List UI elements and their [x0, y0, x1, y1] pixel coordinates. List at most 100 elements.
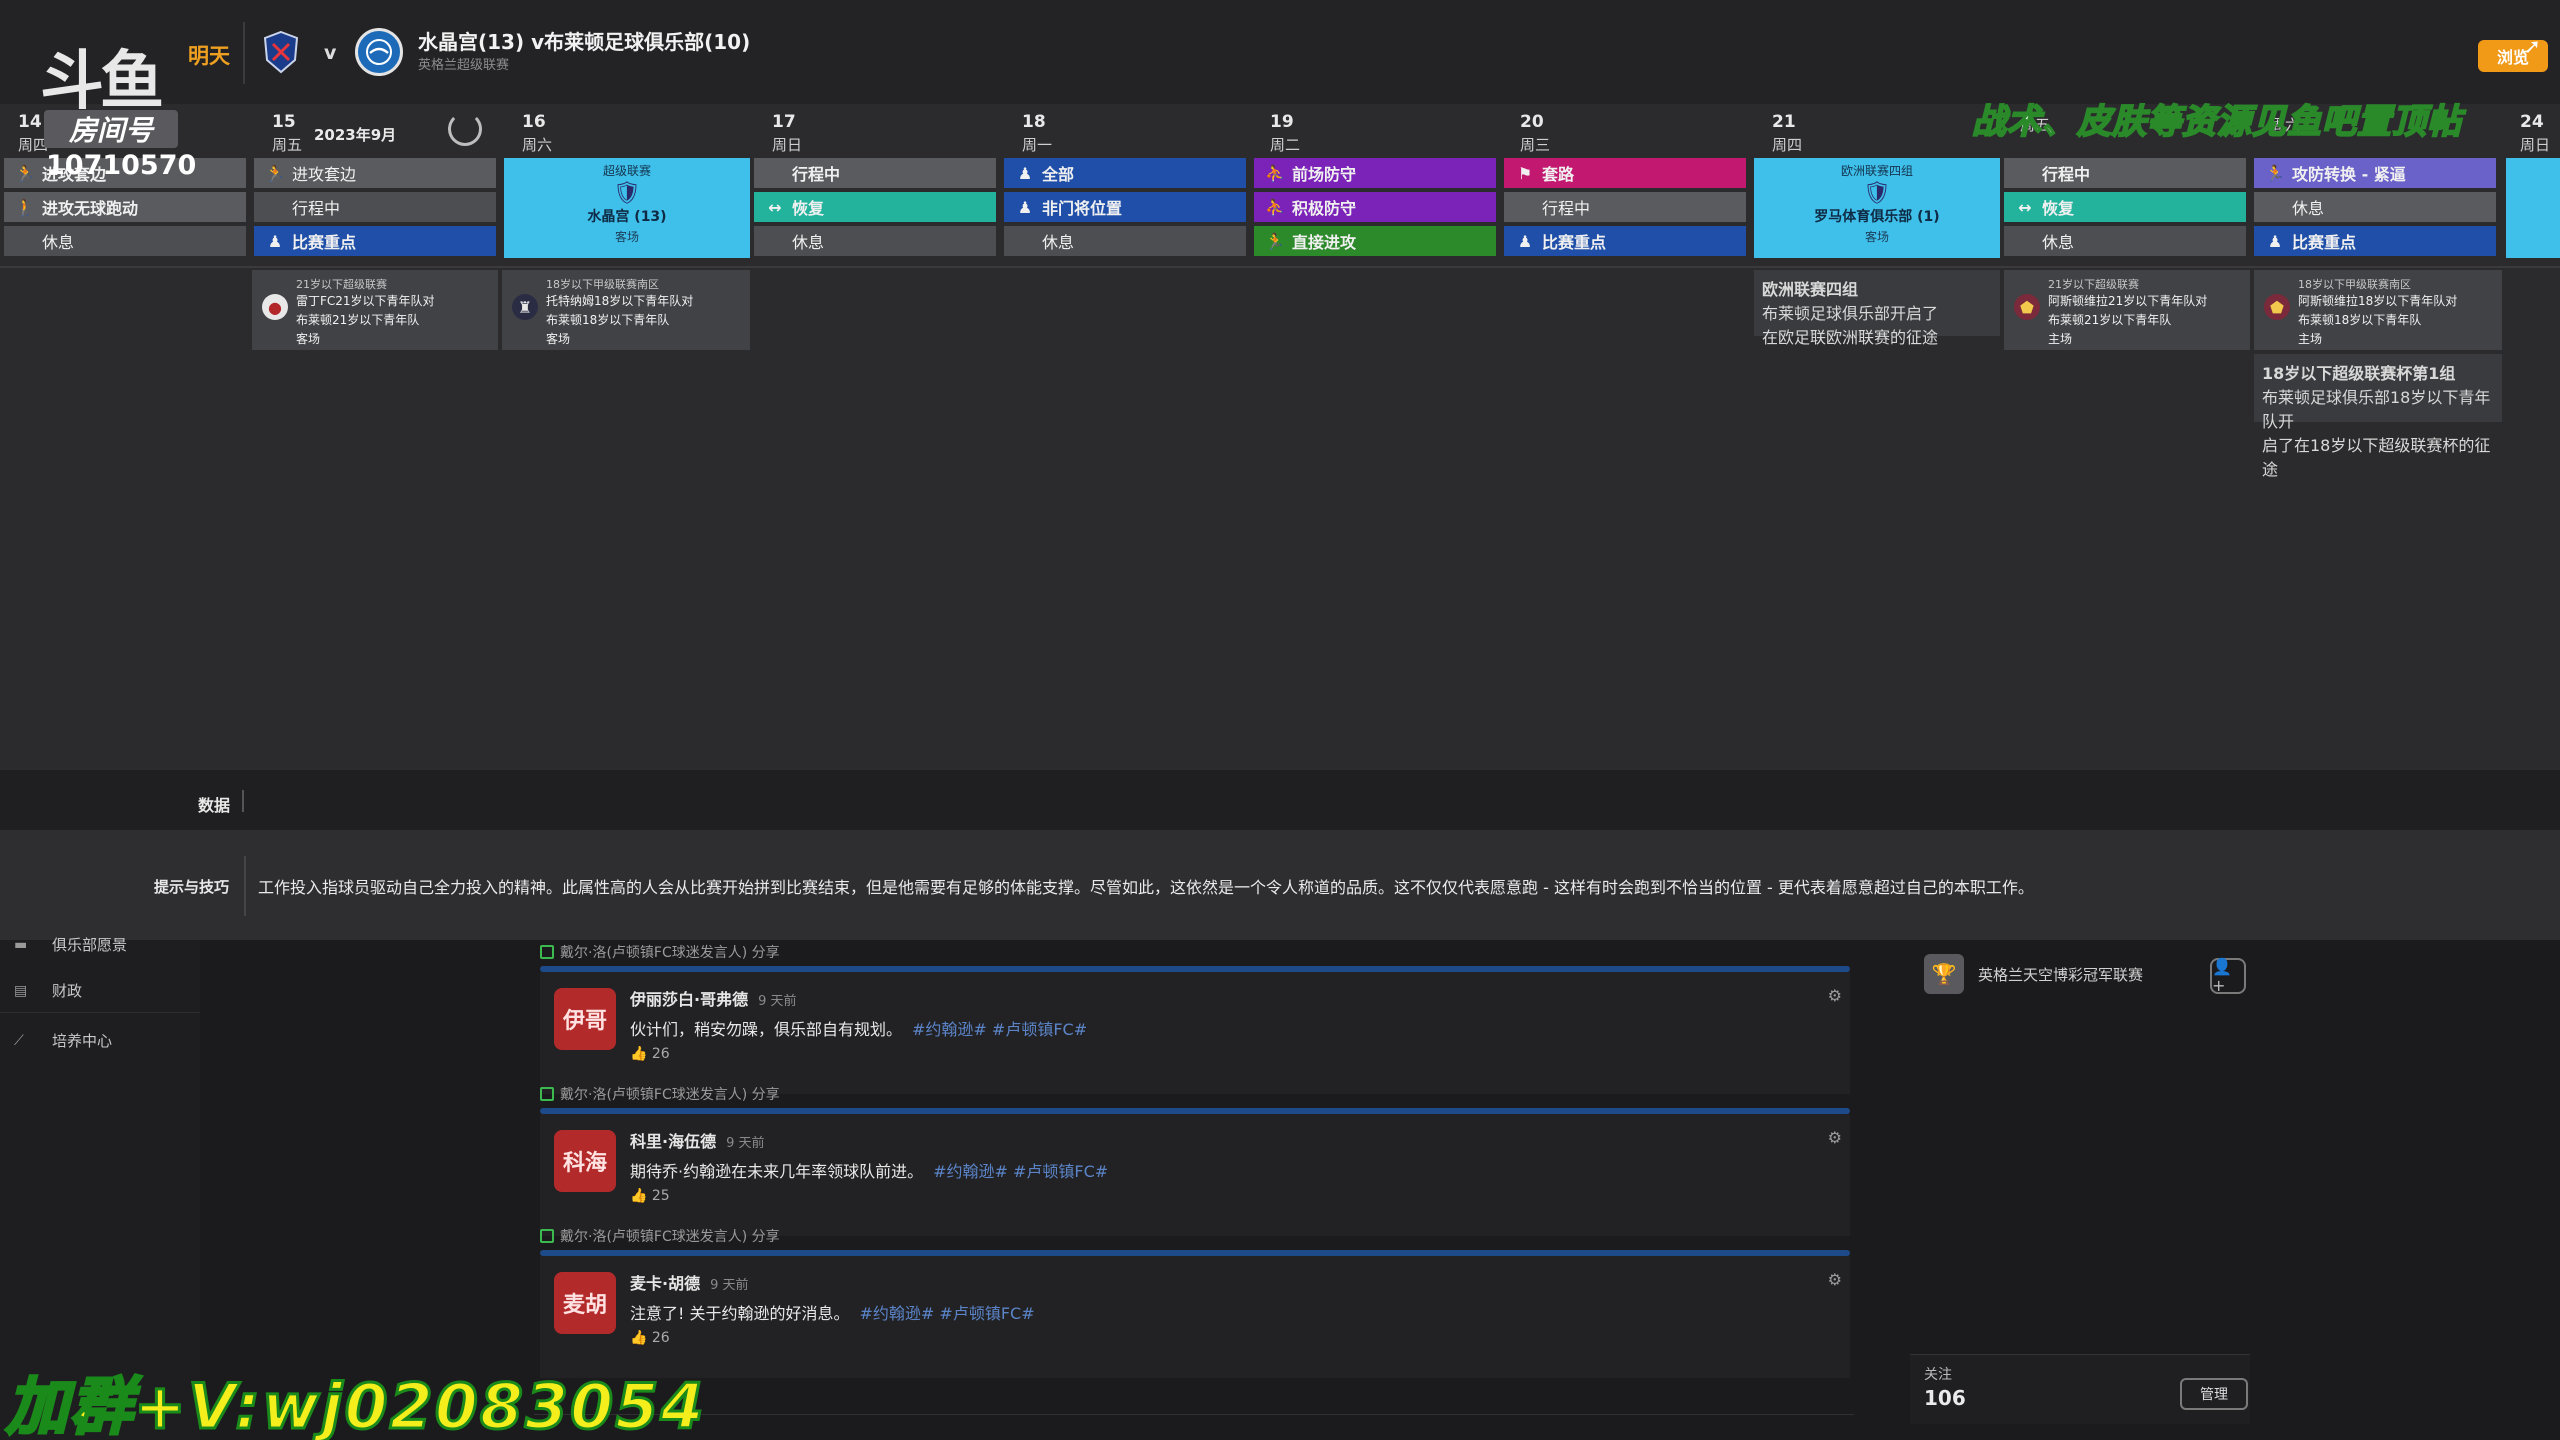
share-icon — [540, 945, 554, 959]
tips-title: 提示与技巧 — [154, 878, 230, 896]
social-post[interactable]: 麦胡 麦卡·胡德 9 天前 注意了! 关于约翰逊的好消息。 #约翰逊# #卢顿镇FC… — [540, 1256, 1850, 1378]
feed-divider — [534, 1414, 1854, 1415]
calendar-divider — [0, 266, 2560, 268]
slot-19-2[interactable]: ⛹ 积极防守 — [1254, 192, 1496, 222]
tactics-icon: ♟ — [2267, 231, 2283, 251]
slot-22-2[interactable]: ↔ 恢复 — [2004, 192, 2246, 222]
slot-14-2[interactable]: 🚶 进攻无球跑动 — [4, 192, 246, 222]
youth-match-card-22[interactable]: ⬟ 21岁以下超级联赛 阿斯顿维拉21岁以下青年队对 布莱顿21岁以下青年队 主… — [2004, 270, 2250, 350]
slot-23-2[interactable]: 休息 — [2254, 192, 2496, 222]
social-post[interactable]: 伊哥 伊丽莎白·哥弗德 9 天前 伙计们，稍安勿躁，俱乐部自有规划。 #约翰逊# #… — [540, 972, 1850, 1094]
brighton-crest-icon[interactable] — [355, 28, 403, 76]
promo-banner-bottom: 加群+V:wj02083054 — [5, 1369, 706, 1440]
tottenham-crest-icon: ♜ — [512, 294, 538, 320]
news-card-23[interactable]: 18岁以下超级联赛杯第1组 布莱顿足球俱乐部18岁以下青年队开 启了在18岁以下… — [2254, 354, 2502, 479]
slot-18-1[interactable]: ♟ 全部 — [1004, 158, 1246, 188]
nav-item-club-vision[interactable]: ▬ 俱乐部愿景 — [14, 934, 127, 955]
post-author: 科里·海伍德 9 天前 — [630, 1132, 765, 1151]
vs-label: v — [324, 42, 337, 64]
avatar[interactable]: 麦胡 — [554, 1272, 616, 1334]
avatar[interactable]: 科海 — [554, 1130, 616, 1192]
recovery-icon: ↔ — [2018, 197, 2032, 217]
slot-20-3[interactable]: ♟ 比赛重点 — [1504, 226, 1746, 256]
gear-icon[interactable]: ⚙ — [1828, 1128, 1842, 1147]
youth-match-card-15[interactable]: ● 21岁以下超级联赛 雷丁FC21岁以下青年队对 布莱顿21岁以下青年队 客场 — [252, 270, 498, 350]
crystal-palace-crest-icon[interactable] — [258, 28, 304, 76]
refresh-icon[interactable] — [448, 112, 482, 146]
slot-15-2[interactable]: 行程中 — [254, 192, 496, 222]
day-head-17: 17 周日 — [772, 112, 803, 154]
tactics-icon: ♟ — [1517, 231, 1533, 251]
recovery-icon: ↔ — [768, 197, 782, 217]
like-count[interactable]: 👍 26 — [630, 1330, 670, 1346]
slot-23-1[interactable]: 🏃 攻防转换 - 紧逼 — [2254, 158, 2496, 188]
add-follow-button[interactable]: 👤+ — [2210, 957, 2246, 995]
slot-18-2[interactable]: ♟ 非门将位置 — [1004, 192, 1246, 222]
slot-22-3[interactable]: 休息 — [2004, 226, 2246, 256]
slot-22-1[interactable]: 行程中 — [2004, 158, 2246, 188]
post-tags[interactable]: #约翰逊# #卢顿镇FC# — [933, 1162, 1108, 1181]
month-label: 2023年9月 — [314, 126, 397, 144]
slot-17-2[interactable]: ↔ 恢复 — [754, 192, 996, 222]
transition-icon: 🏃 — [2265, 163, 2285, 183]
nav-divider — [0, 1012, 200, 1013]
match-box-16[interactable]: 超级联赛 🛡 水晶宫 (13) 客场 — [504, 158, 750, 258]
slot-17-3[interactable]: 休息 — [754, 226, 996, 256]
slot-19-1[interactable]: ⛹ 前场防守 — [1254, 158, 1496, 188]
match-title[interactable]: 水晶宫(13) v布莱顿足球俱乐部(10) — [418, 26, 750, 55]
defend-icon: ⛹ — [1265, 163, 1285, 183]
crystal-palace-crest-icon: 🛡 — [613, 181, 641, 206]
day-head-18: 18 周一 — [1022, 112, 1053, 154]
manage-button[interactable]: 管理 — [2180, 1378, 2248, 1410]
nav-item-development[interactable]: ⟋ 培养中心 — [14, 1030, 112, 1051]
youth-match-card-23[interactable]: ⬟ 18岁以下甲级联赛南区 阿斯顿维拉18岁以下青年队对 布莱顿18岁以下青年队… — [2254, 270, 2502, 350]
room-label: 房间号 — [44, 110, 178, 148]
reading-crest-icon: ● — [262, 294, 288, 320]
post-tags[interactable]: #约翰逊# #卢顿镇FC# — [860, 1304, 1035, 1323]
social-post[interactable]: 科海 科里·海伍德 9 天前 期待乔·约翰逊在未来几年率领球队前进。 #约翰逊# #… — [540, 1114, 1850, 1236]
sporting-cp-crest-icon: 🛡 — [1863, 181, 1891, 206]
club-icon: ▬ — [14, 936, 28, 953]
room-number: 10710570 — [46, 150, 197, 181]
youth-match-card-16[interactable]: ♜ 18岁以下甲级联赛南区 托特纳姆18岁以下青年队对 布莱顿18岁以下青年队 … — [502, 270, 750, 350]
defend-icon: ⛹ — [1265, 197, 1285, 217]
tips-divider — [244, 856, 246, 916]
slot-15-1[interactable]: 🏃 进攻套边 — [254, 158, 496, 188]
tactics-icon: ♟ — [1017, 163, 1033, 183]
slot-18-3[interactable]: 休息 — [1004, 226, 1246, 256]
share-line: 戴尔·洛(卢顿镇FC球迷发言人) 分享 — [540, 1226, 780, 1246]
follow-count: 106 — [1924, 1386, 1966, 1410]
slot-19-3[interactable]: 🏃 直接进攻 — [1254, 226, 1496, 256]
run-icon: 🏃 — [265, 163, 285, 183]
match-box-24-edge[interactable] — [2506, 158, 2560, 258]
like-count[interactable]: 👍 26 — [630, 1046, 670, 1062]
competition-row[interactable]: 🏆 英格兰天空博彩冠军联赛 — [1924, 954, 2143, 994]
slot-20-1[interactable]: ⚑ 套路 — [1504, 158, 1746, 188]
slot-17-1[interactable]: 行程中 — [754, 158, 996, 188]
gear-icon[interactable]: ⚙ — [1828, 986, 1842, 1005]
post-tags[interactable]: #约翰逊# #卢顿镇FC# — [912, 1020, 1087, 1039]
news-card-21[interactable]: 欧洲联赛四组 布莱顿足球俱乐部开启了 在欧足联欧洲联赛的征途 — [1754, 270, 2000, 347]
slot-15-3[interactable]: ♟ 比赛重点 — [254, 226, 496, 256]
gear-icon[interactable]: ⚙ — [1828, 1270, 1842, 1289]
run-icon: 🏃 — [1265, 231, 1285, 251]
finance-icon: ▤ — [14, 982, 28, 999]
share-icon — [540, 1229, 554, 1243]
nav-item-finance[interactable]: ▤ 财政 — [14, 980, 82, 1001]
tactics-icon: ♟ — [267, 231, 283, 251]
post-message: 期待乔·约翰逊在未来几年率领球队前进。 #约翰逊# #卢顿镇FC# — [630, 1162, 1109, 1181]
slot-20-2[interactable]: 行程中 — [1504, 192, 1746, 222]
slot-14-3[interactable]: 休息 — [4, 226, 246, 256]
data-tab[interactable]: 数据 — [198, 792, 230, 816]
tab-divider — [242, 790, 244, 812]
day-head-20: 20 周三 — [1520, 112, 1551, 154]
avatar[interactable]: 伊哥 — [554, 988, 616, 1050]
set-piece-icon: ⚑ — [1517, 163, 1533, 183]
tomorrow-label: 明天 — [188, 44, 230, 68]
tips-text: 工作投入指球员驱动自己全力投入的精神。此属性高的人会从比赛开始拼到比赛结束，但是… — [258, 878, 2034, 897]
header-divider — [243, 22, 245, 84]
slot-23-3[interactable]: ♟ 比赛重点 — [2254, 226, 2496, 256]
like-count[interactable]: 👍 25 — [630, 1188, 670, 1204]
match-box-21[interactable]: 欧洲联赛四组 🛡 罗马体育俱乐部 (1) 客场 — [1754, 158, 2000, 258]
post-message: 注意了! 关于约翰逊的好消息。 #约翰逊# #卢顿镇FC# — [630, 1304, 1035, 1323]
